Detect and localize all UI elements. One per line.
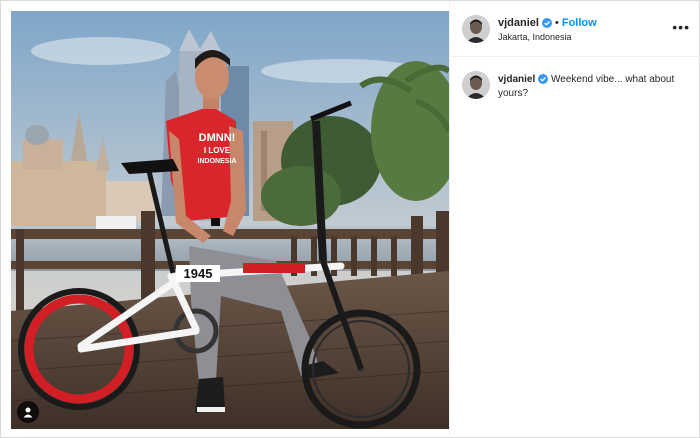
bike-frame-number: 1945: [184, 266, 213, 281]
separator-dot: •: [554, 17, 559, 29]
profile-picture-icon: [462, 15, 490, 43]
location-link[interactable]: Jakarta, Indonesia: [498, 32, 572, 42]
more-options-icon[interactable]: •••: [672, 20, 690, 34]
profile-picture-icon: [462, 71, 490, 99]
post-side-panel: vjdaniel • Follow Jakarta, Indonesia ••• v…: [449, 1, 700, 438]
verified-badge-icon: [538, 74, 549, 84]
post-photo[interactable]: 1945 DMNN! I LOVE INDONESIA: [11, 11, 449, 429]
person-icon: [23, 407, 33, 418]
caption-username[interactable]: vjdaniel: [498, 74, 535, 85]
caption-text-block: vjdaniel Weekend vibe... what about your…: [498, 73, 688, 101]
avatar[interactable]: [462, 15, 490, 43]
follow-button[interactable]: Follow: [562, 17, 597, 29]
shirt-text-line2: I LOVE: [204, 146, 231, 155]
shirt-text-line1: DMNN!: [199, 132, 236, 144]
header-user-line: vjdaniel • Follow: [498, 17, 597, 29]
header-username[interactable]: vjdaniel: [498, 17, 539, 29]
post-header: vjdaniel • Follow Jakarta, Indonesia •••: [450, 1, 700, 57]
shirt-text-line3: INDONESIA: [198, 158, 237, 165]
avatar[interactable]: [462, 71, 490, 99]
verified-badge-icon: [541, 18, 552, 28]
tagged-user-icon[interactable]: [17, 401, 39, 423]
instagram-post-window: 1945 DMNN! I LOVE INDONESIA vjdaniel • F…: [0, 0, 700, 438]
photo-illustration: 1945 DMNN! I LOVE INDONESIA: [11, 11, 449, 429]
